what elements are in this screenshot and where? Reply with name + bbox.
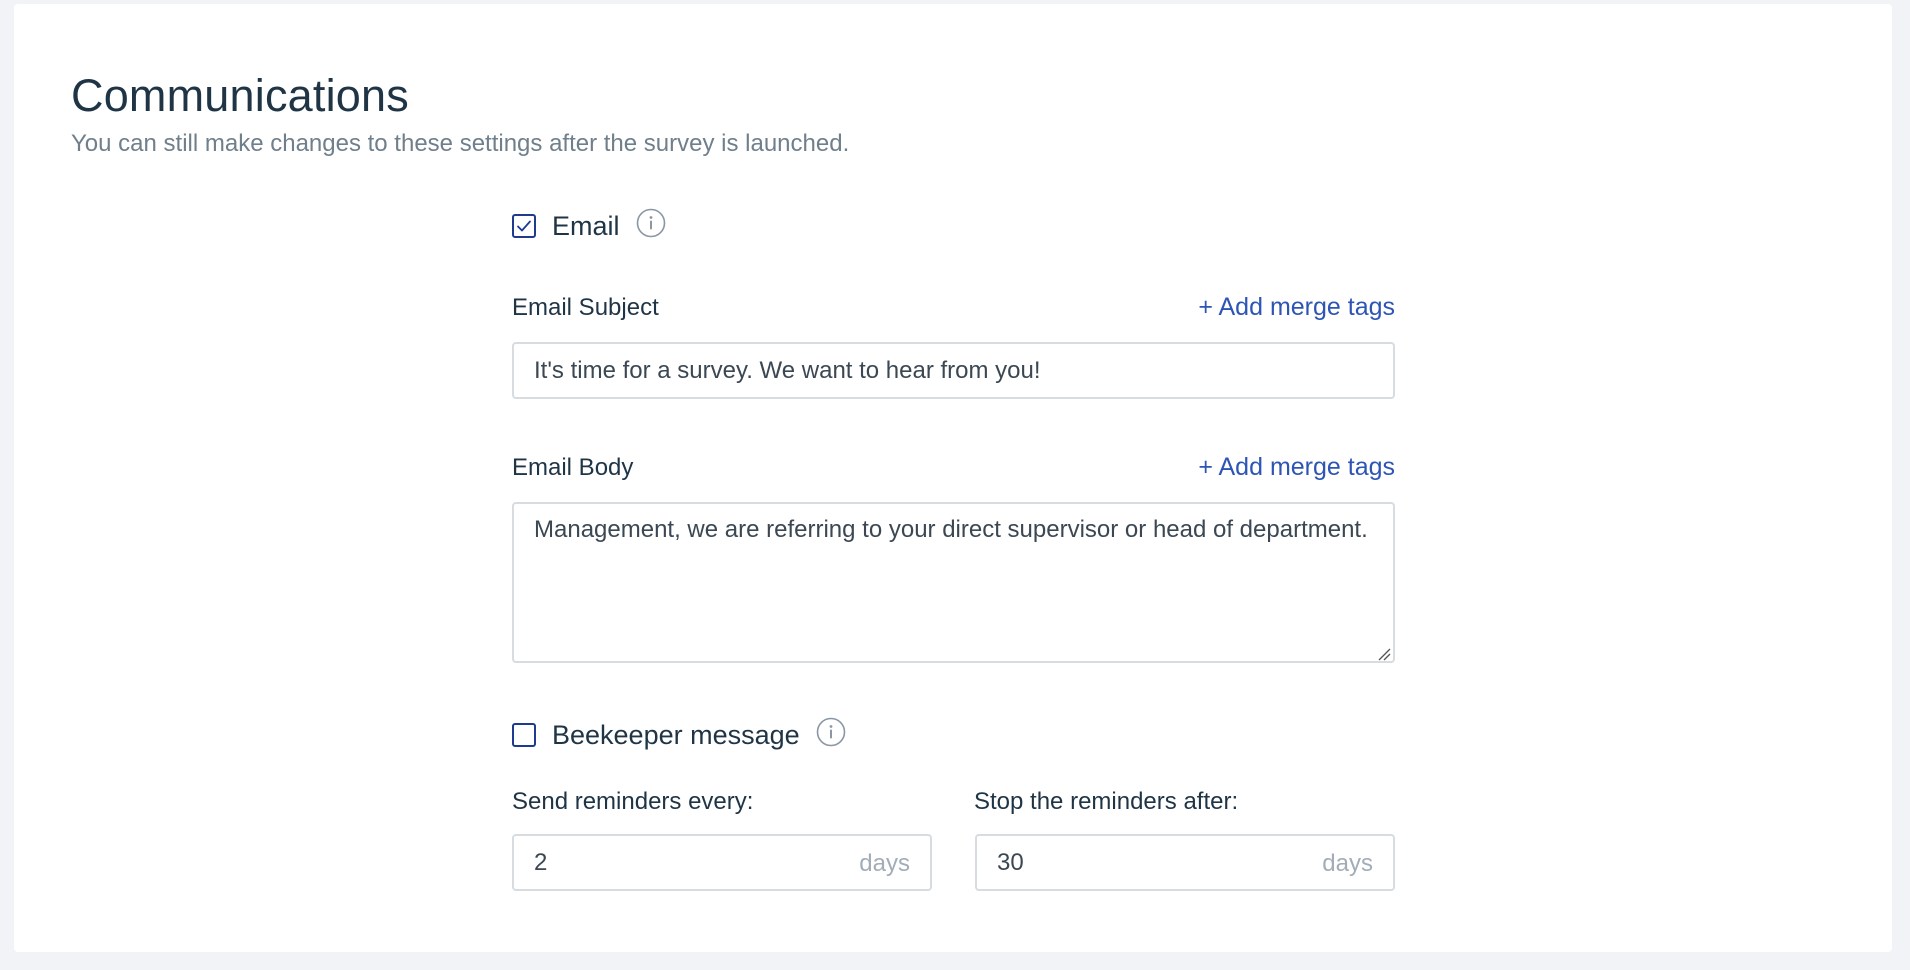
email-checkbox[interactable] (512, 214, 536, 238)
info-icon[interactable] (816, 717, 846, 747)
stop-reminders-label: Stop the reminders after: (974, 788, 1239, 815)
page-subtitle: You can still make changes to these sett… (71, 130, 850, 157)
send-reminders-input[interactable] (514, 836, 814, 889)
email-subject-add-merge-tags-link[interactable]: + Add merge tags (1198, 293, 1395, 322)
email-checkbox-row[interactable]: Email (512, 206, 666, 246)
beekeeper-checkbox-label[interactable]: Beekeeper message (552, 720, 800, 751)
send-reminders-label: Send reminders every: (512, 788, 754, 815)
email-body-add-merge-tags-link[interactable]: + Add merge tags (1198, 453, 1395, 482)
email-subject-input[interactable] (512, 342, 1395, 399)
stop-reminders-unit: days (1322, 850, 1373, 877)
stop-reminders-input[interactable] (977, 836, 1277, 889)
resize-grip-icon[interactable] (1377, 647, 1391, 661)
info-icon[interactable] (636, 208, 666, 238)
beekeeper-checkbox[interactable] (512, 723, 536, 747)
email-subject-label: Email Subject (512, 294, 659, 321)
email-body-textarea[interactable]: Management, we are referring to your dir… (512, 502, 1395, 663)
email-body-label: Email Body (512, 454, 634, 481)
send-reminders-unit: days (859, 850, 910, 877)
email-checkbox-label[interactable]: Email (552, 211, 620, 242)
beekeeper-checkbox-row[interactable]: Beekeeper message (512, 715, 846, 755)
checkmark-icon (517, 220, 531, 232)
communications-card: Communications You can still make change… (14, 4, 1892, 952)
page-title: Communications (71, 70, 409, 121)
stop-reminders-field[interactable]: days (975, 834, 1395, 891)
send-reminders-field[interactable]: days (512, 834, 932, 891)
